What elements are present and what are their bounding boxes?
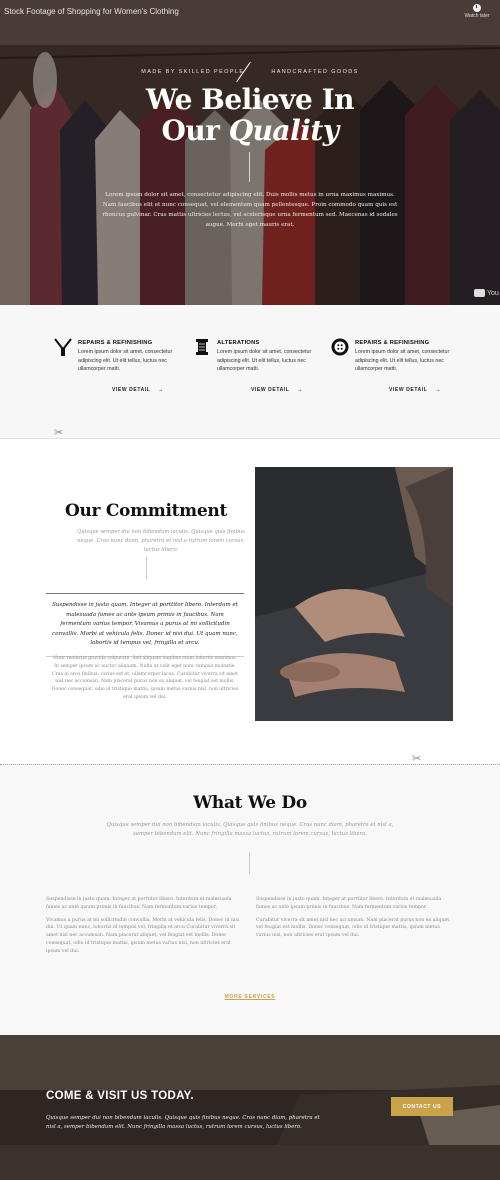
service-text: Lorem ipsum dolor sit amet, consectetur … [78,349,173,372]
craftsman-hands-photo [255,467,453,721]
service-text: Lorem ipsum dolor sit amet, consectetur … [355,349,450,372]
thread-spool-icon [196,339,208,355]
hero-title-italic: Quality [228,114,339,147]
paragraph: Suspendisse in justo quam. Integer at po… [256,897,442,910]
commitment-subtitle: Quisque semper dui non bibendum iaculis.… [77,529,245,553]
paragraph: Curabitur viverra sit amet nisl nec accu… [256,917,451,939]
hero-title-line1: We Believe In [145,83,355,116]
eyebrow-left: MADE BY SKILLED PEOPLE [141,69,245,75]
paragraph: Suspendisse in justo quam. Integer at po… [46,897,232,910]
view-detail-link[interactable]: VIEW DETAIL [389,387,441,393]
text-column-right: Suspendisse in justo quam. Integer at po… [256,896,452,945]
contact-us-button[interactable]: CONTACT US [391,1097,453,1116]
clock-icon [473,4,481,12]
hero-title-line2: Our Quality [0,115,500,146]
what-we-do-title: What We Do [193,793,307,813]
youtube-logo[interactable]: You [474,289,500,297]
visit-text: Quisque semper dui non bibendum iaculis.… [46,1115,320,1130]
view-detail-link[interactable]: VIEW DETAIL [251,387,303,393]
service-text: Lorem ipsum dolor sit amet, consectetur … [217,349,312,372]
commitment-title: Our Commitment [64,501,227,521]
youtube-label: You [487,289,499,297]
tweezers-icon [54,338,72,356]
more-services-link[interactable]: MORE SERVICES [0,994,500,1000]
service-title: ALTERATIONS [217,340,260,346]
service-title: REPAIRS & REFINISHING [78,340,153,346]
visit-section: COME & VISIT US TODAY. Quisque semper du… [0,1035,500,1180]
eyebrow-right: HANDCRAFTED GOODS [271,69,359,75]
text-column-left: Suspendisse in justo quam. Integer at po… [46,896,242,961]
vertical-divider [146,557,147,579]
paragraph: Vivamus a purus at mi sollicitudin conva… [46,917,240,954]
vertical-divider [249,852,250,874]
hero-eyebrow: MADE BY SKILLED PEOPLE HANDCRAFTED GOODS [0,69,500,75]
commitment-section: Our Commitment Quisque semper dui non bi… [0,439,500,764]
what-we-do-subtitle: Quisque semper dui non bibendum iaculis.… [106,822,394,837]
services-strip: REPAIRS & REFINISHING Lorem ipsum dolor … [0,305,500,438]
view-detail-link[interactable]: VIEW DETAIL [112,387,164,393]
hero-video-section[interactable]: Stock Footage of Shopping for Women's Cl… [0,0,500,305]
visit-title: COME & VISIT US TODAY. [46,1090,194,1102]
video-title[interactable]: Stock Footage of Shopping for Women's Cl… [4,7,179,16]
service-title: REPAIRS & REFINISHING [355,340,430,346]
watch-later-button[interactable]: Watch later [464,4,490,19]
commitment-quote: Suspendisse in justo quam. Integer at po… [46,593,244,657]
what-we-do-section: What We Do Quisque semper dui non bibend… [0,765,500,1035]
watch-later-label: Watch later [464,13,490,19]
hero-divider [249,152,250,182]
youtube-play-icon [474,289,485,297]
hero-title: We Believe In Our Quality [0,84,500,146]
hero-text: Lorem ipsum dolor sit amet, consectetur … [102,192,398,228]
button-icon [331,338,349,356]
hero-title-plain: Our [161,114,220,147]
commitment-body: Nunc molestie gravida vulputate. Sed ali… [51,656,239,700]
hero-overlay [0,0,500,305]
